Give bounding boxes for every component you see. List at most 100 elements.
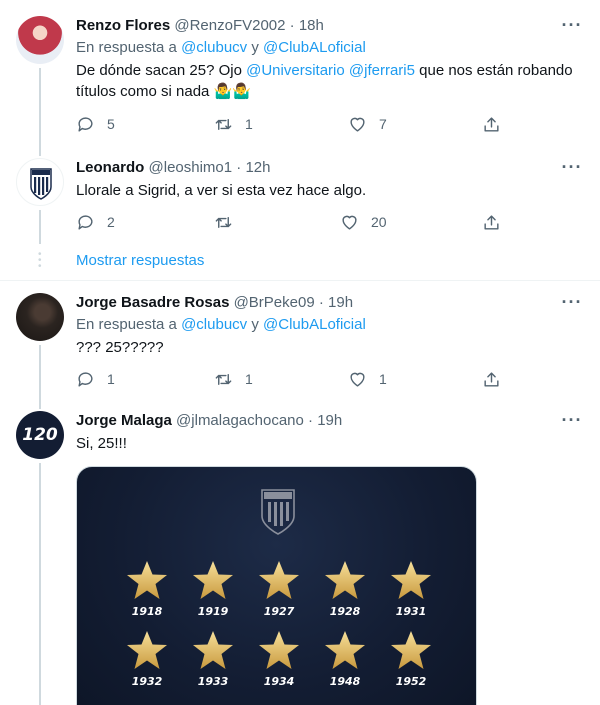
display-name[interactable]: Leonardo [76,159,144,176]
reply-icon [78,214,93,230]
avatar[interactable] [16,16,64,64]
separator-dot: · [308,412,314,429]
thread-line [39,463,41,705]
display-name[interactable]: Jorge Basadre Rosas [76,294,229,311]
title-star: 1928 [315,559,375,618]
share-icon [484,214,499,230]
more-icon[interactable]: ··· [560,158,584,180]
title-year: 1952 [395,675,427,688]
title-year: 1933 [197,675,229,688]
more-icon[interactable]: ··· [560,16,584,38]
reply-mention[interactable]: @ClubALoficial [263,39,366,56]
star-icon [391,561,431,599]
star-icon [259,561,299,599]
title-year: 1918 [131,605,163,618]
reply-prefix: En respuesta a [76,39,177,56]
share-button[interactable] [482,367,501,391]
title-year: 1931 [395,605,427,618]
star-icon [325,561,365,599]
more-icon[interactable]: ··· [560,293,584,315]
avatar[interactable] [16,158,64,206]
reply-prefix: En respuesta a [76,316,177,333]
star-icon [325,631,365,669]
reply-icon [78,116,93,132]
retweet-icon [215,118,232,130]
reply-mention[interactable]: @clubucv [181,39,247,56]
like-button[interactable]: 20 [340,210,387,234]
title-star: 1927 [249,559,309,618]
reply-count: 2 [107,214,115,230]
share-icon [484,371,499,387]
like-button[interactable]: 1 [348,367,387,391]
title-star: 1918 [117,559,177,618]
like-count: 20 [371,214,387,230]
timestamp[interactable]: 12h [245,159,270,176]
retweet-button[interactable]: 1 [214,112,253,136]
separator-dot: · [318,294,324,311]
star-icon [127,631,167,669]
retweet-icon [215,373,232,385]
separator-dot: · [236,159,242,176]
reply-button[interactable]: 1 [76,367,115,391]
title-star: 1952 [381,629,441,688]
tweet-media-image[interactable]: 1918 1919 1927 1928 1931 1932 1933 1934 1948 1952 [76,466,477,705]
star-icon [193,631,233,669]
show-replies-link[interactable]: Mostrar respuestas [76,252,204,269]
like-icon [350,372,365,387]
like-count: 7 [379,116,387,132]
retweet-count: 1 [245,116,253,132]
reply-conjunction: y [251,39,259,56]
tweet-text-segment: títulos como si nada 🤷‍♂️🤷‍♂️ [76,83,251,100]
reply-count: 5 [107,116,115,132]
user-handle[interactable]: @BrPeke09 [234,294,315,311]
display-name[interactable]: Jorge Malaga [76,412,172,429]
tweet-renzo-flores[interactable]: Renzo Flores @RenzoFV2002 · 18h En respu… [0,0,600,148]
reply-button[interactable]: 5 [76,112,115,136]
retweet-button[interactable]: 1 [214,367,253,391]
mention-link[interactable]: @jferrari5 [349,62,415,79]
title-star: 1932 [117,629,177,688]
title-star: 1919 [183,559,243,618]
retweet-button[interactable] [214,210,245,234]
title-year: 1948 [329,675,361,688]
tweet-text-segment: que nos están robando [419,62,573,79]
reply-count: 1 [107,371,115,387]
like-icon [342,215,357,230]
title-star: 1931 [381,559,441,618]
club-crest-icon [30,168,52,200]
reply-mention[interactable]: @clubucv [181,316,247,333]
tweet-text: Llorale a Sigrid, a ver si esta vez hace… [76,182,367,199]
avatar[interactable] [16,293,64,341]
star-icon [127,561,167,599]
tweet-jorge-basadre[interactable]: Jorge Basadre Rosas @BrPeke09 · 19h En r… [0,281,600,409]
reply-mention[interactable]: @ClubALoficial [263,316,366,333]
thread-line [39,345,41,409]
display-name[interactable]: Renzo Flores [76,17,170,34]
user-handle[interactable]: @leoshimo1 [149,159,233,176]
like-button[interactable]: 7 [348,112,387,136]
thread-continuation-dots: • • • [38,249,42,272]
like-icon [350,117,365,132]
user-handle[interactable]: @RenzoFV2002 [174,17,285,34]
avatar[interactable]: 120 [16,411,64,459]
share-button[interactable] [482,112,501,136]
share-icon [484,116,499,132]
timestamp[interactable]: 18h [299,17,324,34]
share-button[interactable] [482,210,501,234]
timestamp[interactable]: 19h [317,412,342,429]
title-year: 1928 [329,605,361,618]
retweet-count: 1 [245,371,253,387]
mention-link[interactable]: @Universitario [246,62,345,79]
title-year: 1932 [131,675,163,688]
star-icon [391,631,431,669]
like-count: 1 [379,371,387,387]
title-year: 1919 [197,605,229,618]
reply-context: En respuesta a @clubucv y @ClubALoficial [76,315,584,335]
reply-context: En respuesta a @clubucv y @ClubALoficial [76,38,584,58]
more-icon[interactable]: ··· [560,411,584,433]
title-star: 1933 [183,629,243,688]
user-handle[interactable]: @jlmalagachocano [176,412,304,429]
reply-button[interactable]: 2 [76,210,115,234]
timestamp[interactable]: 19h [328,294,353,311]
reply-conjunction: y [251,316,259,333]
